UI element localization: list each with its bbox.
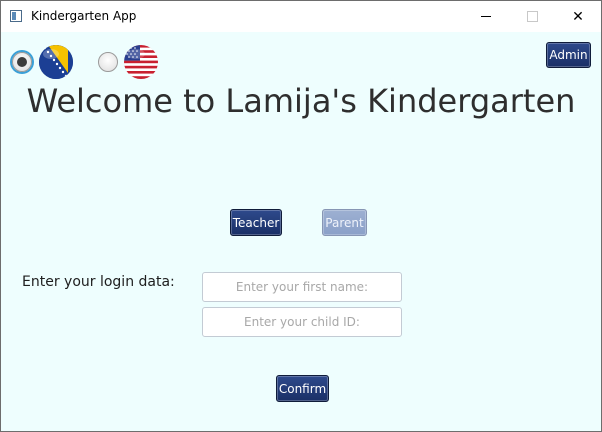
first-name-input[interactable]: [202, 272, 402, 302]
maximize-button[interactable]: [509, 1, 555, 32]
close-icon: ✕: [572, 8, 584, 25]
login-label: Enter your login data:: [22, 274, 175, 290]
bosnia-flag-icon: [39, 45, 73, 79]
window-title: Kindergarten App: [31, 9, 137, 23]
minimize-button[interactable]: [463, 1, 509, 32]
parent-button[interactable]: Parent: [322, 209, 367, 236]
app-window: Kindergarten App ✕ Admin Welcome to Lami…: [0, 0, 602, 432]
close-button[interactable]: ✕: [555, 1, 601, 32]
confirm-button[interactable]: Confirm: [276, 375, 329, 402]
child-id-input[interactable]: [202, 307, 402, 337]
maximize-icon: [526, 11, 538, 22]
main-content: Admin Welcome to Lamija's Kindergarten T…: [1, 32, 601, 431]
language-radio-bosnian[interactable]: [12, 52, 32, 72]
language-radio-english[interactable]: [98, 52, 118, 72]
teacher-button[interactable]: Teacher: [230, 209, 282, 236]
admin-button[interactable]: Admin: [546, 42, 591, 68]
usa-flag-icon: [124, 45, 158, 79]
title-bar[interactable]: Kindergarten App ✕: [1, 1, 601, 32]
page-title: Welcome to Lamija's Kindergarten: [26, 82, 576, 120]
minimize-icon: [481, 16, 491, 17]
app-window-icon: [10, 10, 22, 22]
